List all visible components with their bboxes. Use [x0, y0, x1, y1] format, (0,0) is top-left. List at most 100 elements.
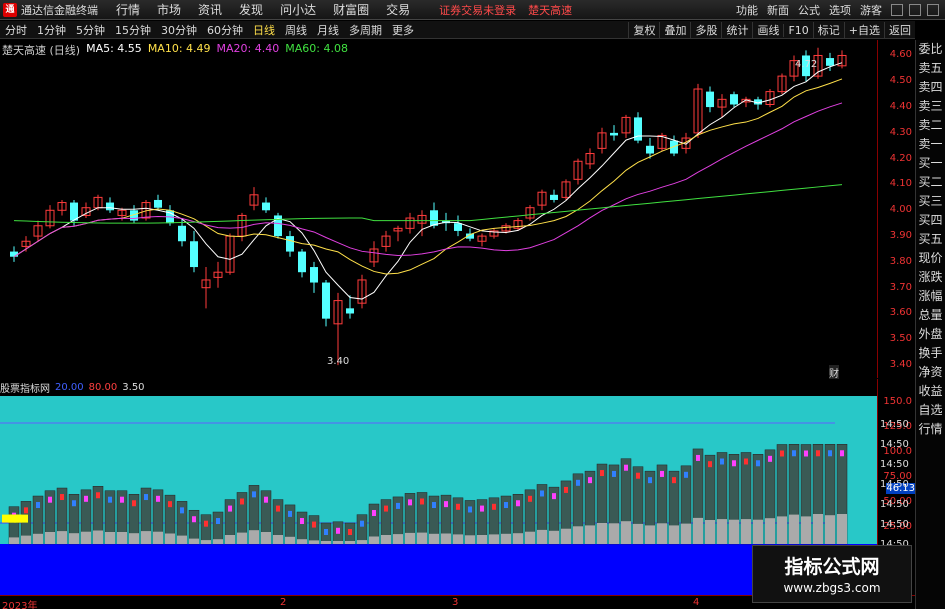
side-item-17[interactable]: 净资: [916, 363, 945, 382]
period-tab-7[interactable]: 周线: [285, 22, 307, 38]
menu-item-1[interactable]: 市场: [157, 3, 181, 17]
side-item-15[interactable]: 外盘: [916, 325, 945, 344]
price-axis: 4.60 4.50 4.40 4.30 4.20 4.10 4.00 3.90 3.80 3.70…: [877, 40, 915, 378]
time-tick-0: 2023年: [2, 601, 38, 609]
login-alert[interactable]: 证券交易未登录: [439, 2, 516, 18]
volume-bar: [753, 519, 763, 544]
top-menu-item-2[interactable]: 公式: [798, 2, 820, 18]
signal-mark: [744, 458, 748, 465]
period-tab-4[interactable]: 30分钟: [161, 22, 197, 38]
signal-mark: [504, 502, 508, 509]
top-right-menu: 功能 新面 公式 选项 游客: [736, 0, 945, 20]
side-item-3[interactable]: 卖三: [916, 97, 945, 116]
candle-body: [430, 210, 438, 226]
volume-bar: [453, 534, 463, 544]
tool-button-8[interactable]: 返回: [884, 22, 915, 38]
period-tab-1[interactable]: 1分钟: [37, 22, 66, 38]
period-tab-6[interactable]: 日线: [253, 22, 275, 38]
maximize-icon[interactable]: [909, 4, 921, 16]
tool-button-7[interactable]: +自选: [843, 22, 884, 38]
menu-item-4[interactable]: 问小达: [280, 3, 316, 17]
signal-mark: [408, 499, 412, 506]
indicator-chart[interactable]: [0, 379, 877, 595]
candle-body: [190, 241, 198, 268]
side-item-20[interactable]: 行情: [916, 420, 945, 439]
side-item-8[interactable]: 买三: [916, 192, 945, 211]
volume-bar: [393, 534, 403, 544]
period-tab-2[interactable]: 5分钟: [76, 22, 105, 38]
period-tab-3[interactable]: 15分钟: [115, 22, 151, 38]
close-icon[interactable]: [927, 4, 939, 16]
side-item-6[interactable]: 买一: [916, 154, 945, 173]
period-tab-10[interactable]: 更多: [392, 22, 414, 38]
price-tick-12: 3.40: [889, 359, 912, 371]
signal-mark: [816, 450, 820, 457]
side-item-12[interactable]: 涨跌: [916, 268, 945, 287]
side-item-0[interactable]: 委比: [916, 40, 945, 59]
side-item-4[interactable]: 卖二: [916, 116, 945, 135]
menu-item-5[interactable]: 财富圈: [333, 3, 369, 17]
volume-bar: [825, 515, 835, 544]
time-tick-right-3: 14:50: [880, 479, 909, 490]
volume-bar: [33, 533, 43, 544]
menu-item-3[interactable]: 发现: [239, 3, 263, 17]
side-item-10[interactable]: 买五: [916, 230, 945, 249]
top-menu-item-1[interactable]: 新面: [767, 2, 789, 18]
candle-body: [154, 199, 162, 208]
side-item-9[interactable]: 买四: [916, 211, 945, 230]
volume-bar: [741, 519, 751, 544]
signal-mark: [84, 495, 88, 502]
top-menu-item-0[interactable]: 功能: [736, 2, 758, 18]
side-item-1[interactable]: 卖五: [916, 59, 945, 78]
signal-mark: [396, 502, 400, 509]
volume-bar: [621, 521, 631, 544]
signal-mark: [480, 505, 484, 512]
side-item-13[interactable]: 涨幅: [916, 287, 945, 306]
tool-button-1[interactable]: 叠加: [659, 22, 690, 38]
tool-button-5[interactable]: F10: [783, 23, 812, 37]
signal-mark: [288, 510, 292, 517]
period-tab-9[interactable]: 多周期: [349, 22, 382, 38]
kline-chart[interactable]: 楚天高速 (日线) MA5: 4.55 MA10: 4.49 MA20: 4.40 M…: [0, 40, 877, 380]
menu-item-2[interactable]: 资讯: [198, 3, 222, 17]
price-tick-3: 4.30: [889, 126, 912, 138]
volume-bar: [93, 530, 103, 544]
volume-bar: [297, 539, 307, 544]
signal-mark: [528, 495, 532, 502]
side-item-7[interactable]: 买二: [916, 173, 945, 192]
tool-button-3[interactable]: 统计: [721, 22, 752, 38]
tool-button-2[interactable]: 多股: [690, 22, 721, 38]
side-item-2[interactable]: 卖四: [916, 78, 945, 97]
ma-label-0: MA5: 4.55: [86, 42, 142, 55]
watermark: 指标公式网 www.zbgs3.com: [752, 545, 912, 603]
side-item-14[interactable]: 总量: [916, 306, 945, 325]
side-item-18[interactable]: 收益: [916, 382, 945, 401]
signal-mark: [516, 500, 520, 507]
volume-bar: [237, 532, 247, 544]
signal-mark: [324, 529, 328, 535]
signal-mark: [204, 520, 208, 527]
tool-button-6[interactable]: 标记: [812, 22, 844, 38]
volume-bar: [645, 525, 655, 544]
signal-mark: [72, 500, 76, 507]
period-tab-0[interactable]: 分时: [5, 22, 27, 38]
side-item-11[interactable]: 现价: [916, 249, 945, 268]
side-item-19[interactable]: 自选: [916, 401, 945, 420]
signal-mark: [708, 461, 712, 468]
top-menu-item-3[interactable]: 选项: [829, 2, 851, 18]
top-menu-item-4[interactable]: 游客: [860, 2, 882, 18]
tool-button-4[interactable]: 画线: [752, 22, 783, 38]
stock-alert[interactable]: 楚天高速: [528, 2, 572, 18]
tool-button-0[interactable]: 复权: [628, 22, 659, 38]
minimize-icon[interactable]: [891, 4, 903, 16]
period-tab-8[interactable]: 月线: [317, 22, 339, 38]
menu-item-6[interactable]: 交易: [386, 3, 410, 17]
side-item-5[interactable]: 卖一: [916, 135, 945, 154]
side-item-16[interactable]: 换手: [916, 344, 945, 363]
period-tab-5[interactable]: 60分钟: [207, 22, 243, 38]
menu-item-0[interactable]: 行情: [116, 3, 140, 17]
signal-mark: [648, 477, 652, 484]
signal-mark: [132, 500, 136, 507]
cai-badge[interactable]: 财: [829, 365, 839, 380]
candle-body: [178, 225, 186, 242]
